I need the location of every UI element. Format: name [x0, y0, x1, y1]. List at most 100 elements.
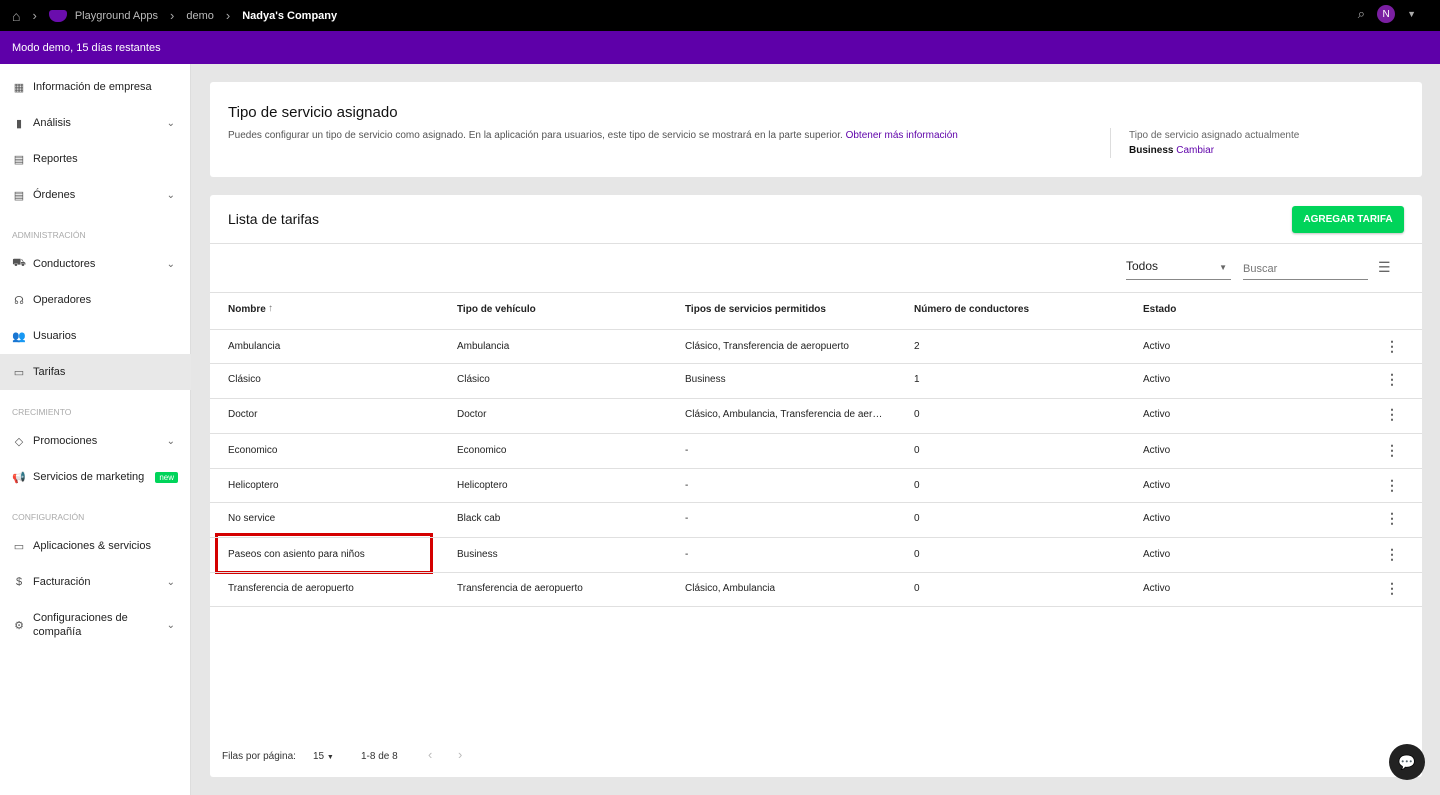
divider [210, 502, 1422, 503]
more-options-icon[interactable]: ⋮ [1385, 546, 1399, 563]
sidebar-item[interactable]: $ Facturación ⌄ [0, 564, 191, 600]
prev-page-icon[interactable]: ‹ [428, 747, 432, 762]
sidebar-item[interactable]: 👥 Usuarios [0, 318, 191, 354]
sidebar-icon: ⚙ [14, 619, 24, 632]
table-cell: Ambulancia [228, 341, 281, 352]
table-cell: Paseos con asiento para niños [228, 549, 365, 560]
more-options-icon[interactable]: ⋮ [1385, 338, 1399, 355]
search-icon[interactable]: ⌕ [1358, 6, 1365, 22]
more-options-icon[interactable]: ⋮ [1385, 371, 1399, 388]
chevron-down-icon: ⌄ [166, 258, 175, 270]
column-header: Número de conductores [914, 304, 1030, 315]
table-cell: Clásico, Ambulancia [685, 583, 776, 594]
search-input[interactable] [1243, 259, 1368, 280]
chat-icon[interactable]: 💬 [1389, 744, 1425, 780]
desc-text: Puedes configurar un tipo de servicio co… [228, 130, 843, 141]
caret-down-icon: ▼ [326, 754, 334, 761]
chevron-down-icon[interactable]: ▼ [1407, 9, 1416, 19]
current-label: Tipo de servicio asignado actualmente [1129, 130, 1300, 141]
table-cell: Activo [1143, 549, 1171, 560]
sidebar-item-label: Órdenes [33, 189, 76, 201]
sidebar-item-label: Información de empresa [33, 81, 152, 93]
divider [210, 468, 1422, 469]
more-options-icon[interactable]: ⋮ [1385, 477, 1399, 494]
table-cell: Helicoptero [457, 480, 508, 491]
sidebar-icon: 👥 [12, 330, 26, 343]
caret-down-icon: ▼ [1219, 263, 1227, 272]
chevron-down-icon: ⌄ [166, 117, 175, 129]
sidebar-item-label: Aplicaciones & servicios [33, 540, 151, 552]
column-header: Estado [1143, 304, 1177, 315]
sidebar-item[interactable]: ▦ Información de empresa [0, 69, 191, 105]
sidebar-item[interactable]: ☊ Operadores [0, 282, 191, 318]
more-options-icon[interactable]: ⋮ [1385, 406, 1399, 423]
assigned-service-card: Tipo de servicio asignado Puedes configu… [210, 82, 1422, 177]
table-cell: Clásico [457, 374, 490, 385]
sidebar-icon: ◇ [14, 435, 24, 448]
table-cell: 0 [914, 445, 920, 456]
table-cell: 0 [914, 409, 920, 420]
avatar[interactable]: N [1377, 5, 1396, 23]
table-cell: Helicoptero [228, 480, 279, 491]
table-cell: 0 [914, 583, 920, 594]
table-cell: Ambulancia [457, 341, 510, 352]
change-link[interactable]: Cambiar [1176, 145, 1214, 156]
home-icon[interactable]: ⌂ [12, 8, 20, 24]
sidebar-item[interactable]: ⛟ Conductores ⌄ [0, 246, 191, 282]
sidebar-item[interactable]: ▤ Órdenes ⌄ [0, 177, 191, 213]
breadcrumb-demo[interactable]: demo [186, 10, 214, 22]
sidebar-item-label: Reportes [33, 153, 78, 165]
sidebar-icon: 📢 [12, 471, 26, 484]
filter-settings-icon[interactable]: ☰ [1378, 259, 1391, 276]
table-cell: Economico [228, 445, 278, 456]
table-cell: Activo [1143, 445, 1171, 456]
sidebar-item-label: Servicios de marketing [33, 471, 145, 483]
more-options-icon[interactable]: ⋮ [1385, 510, 1399, 527]
sidebar-item[interactable]: ▭ Tarifas [0, 354, 191, 390]
divider [210, 537, 1422, 538]
divider [210, 243, 1422, 244]
table-cell: Activo [1143, 409, 1171, 420]
sidebar: ▦ Información de empresa ▮ Análisis ⌄ ▤ Report… [0, 64, 191, 795]
sidebar-item[interactable]: ▮ Análisis ⌄ [0, 105, 191, 141]
sidebar-icon: ▭ [13, 366, 25, 379]
add-tariff-button[interactable]: AGREGAR TARIFA [1292, 206, 1404, 233]
divider [210, 363, 1422, 364]
rows-per-page-value: 15 [313, 751, 325, 762]
sidebar-item[interactable]: ◇ Promociones ⌄ [0, 423, 191, 459]
table-cell: 0 [914, 549, 920, 560]
sort-asc-icon[interactable]: ↑ [268, 303, 273, 314]
table-cell: Activo [1143, 480, 1171, 491]
sidebar-item[interactable]: ⚙ Configuraciones de compañía ⌄ [0, 603, 191, 647]
column-header[interactable]: Nombre [228, 304, 266, 315]
chevron-down-icon: ⌄ [166, 435, 175, 447]
more-options-icon[interactable]: ⋮ [1385, 442, 1399, 459]
rows-per-page-select[interactable]: 15 ▼ [313, 751, 334, 762]
learn-more-link[interactable]: Obtener más información [846, 130, 958, 141]
chevron-right-icon: › [32, 8, 37, 23]
sidebar-item-label: Tarifas [33, 366, 66, 378]
sidebar-item-label: Operadores [33, 294, 92, 306]
assigned-current: Tipo de servicio asignado actualmente Bu… [1110, 128, 1299, 158]
table-cell: Activo [1143, 513, 1171, 524]
status-filter-select[interactable]: Todos ▼ [1126, 259, 1231, 280]
table-cell: - [685, 445, 689, 456]
breadcrumb-apps[interactable]: Playground Apps [75, 10, 158, 22]
table-cell: 1 [914, 374, 920, 385]
sidebar-icon: ▤ [13, 153, 25, 166]
page-range: 1-8 de 8 [361, 751, 398, 762]
demo-banner: Modo demo, 15 días restantes [0, 31, 1440, 64]
next-page-icon[interactable]: › [458, 747, 462, 762]
breadcrumb-current: Nadya's Company [242, 9, 338, 22]
sidebar-icon: ▭ [13, 540, 25, 553]
sidebar-item[interactable]: ▤ Reportes [0, 141, 191, 177]
chevron-down-icon: ⌄ [166, 619, 175, 631]
more-options-icon[interactable]: ⋮ [1385, 580, 1399, 597]
sidebar-item[interactable]: 📢 Servicios de marketing new [0, 459, 191, 495]
table-cell: Doctor [457, 409, 487, 420]
table-cell: Transferencia de aeropuerto [228, 583, 354, 594]
sidebar-item[interactable]: ▭ Aplicaciones & servicios [0, 528, 191, 564]
sidebar-item-label: Promociones [33, 435, 98, 447]
table-cell: Clásico, Ambulancia, Transferencia de ae… [685, 409, 883, 420]
table-cell: 0 [914, 480, 920, 491]
